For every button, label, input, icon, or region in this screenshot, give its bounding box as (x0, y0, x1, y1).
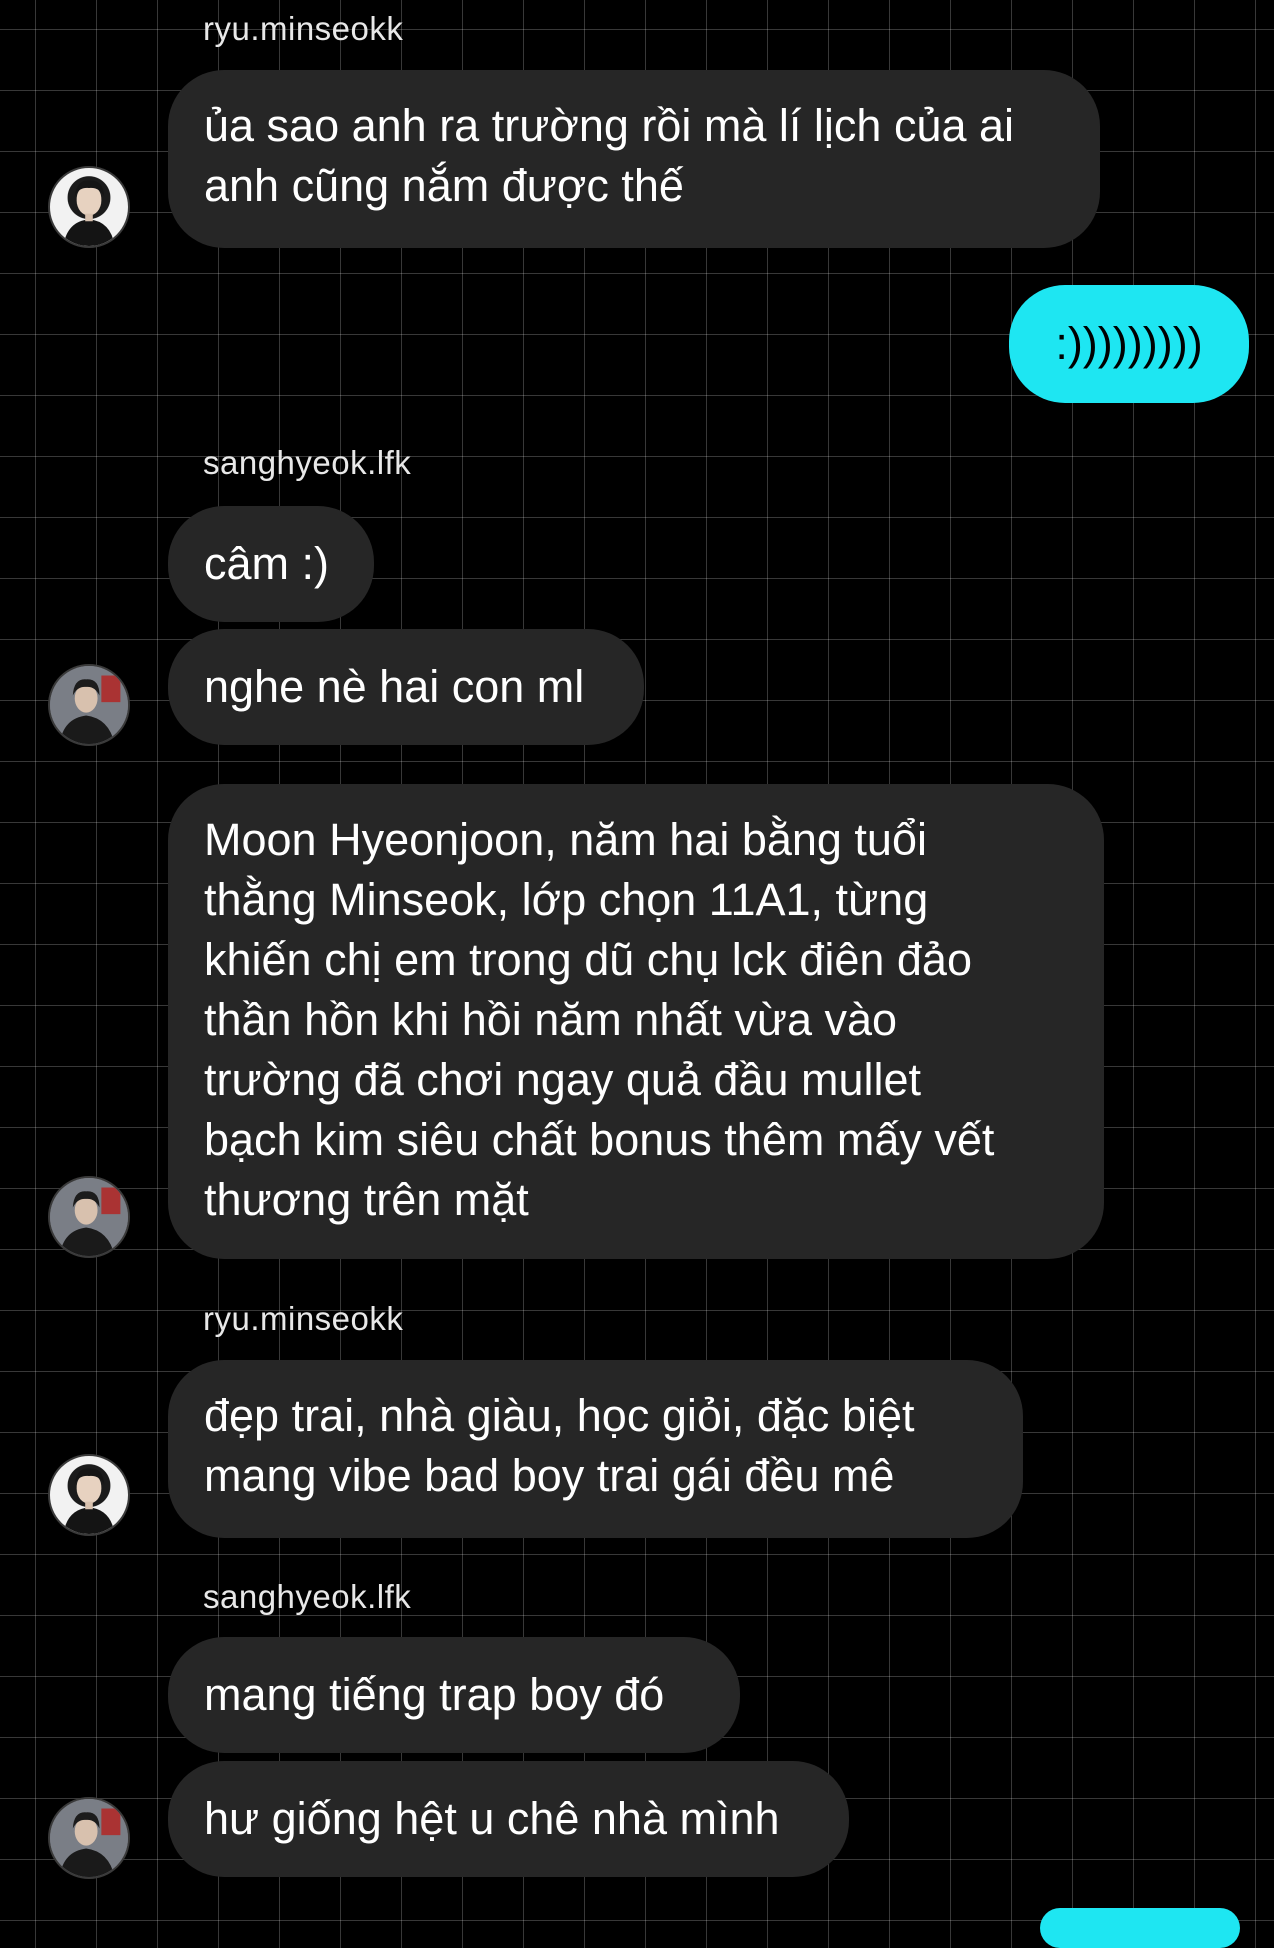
profile-photo-icon (63, 180, 115, 246)
avatar-ryu-minseokk[interactable] (48, 1454, 130, 1536)
avatar-sanghyeok-lfk[interactable] (48, 1797, 130, 1879)
sender-name: sanghyeok.lfk (203, 444, 412, 481)
message-bubble[interactable]: ủa sao anh ra trường rồi mà lí lịch của … (168, 70, 1100, 248)
message-text: hư giống hệt u chê nhà mình (204, 1793, 780, 1844)
message-bubble[interactable]: câm :) (168, 506, 374, 622)
avatar-sanghyeok-lfk[interactable] (48, 1176, 130, 1258)
message-bubble[interactable]: hư giống hệt u chê nhà mình (168, 1761, 849, 1877)
message-bubble[interactable]: nghe nè hai con ml (168, 629, 644, 745)
message-text: :))))))))) (1055, 318, 1203, 369)
message-bubble[interactable]: Moon Hyeonjoon, năm hai bằng tuổi thằng … (168, 784, 1104, 1259)
message-text: câm :) (204, 538, 330, 589)
message-text: mang tiếng trap boy đó (204, 1669, 665, 1720)
profile-photo-icon (50, 1178, 128, 1256)
profile-photo-icon (50, 666, 128, 744)
message-bubble[interactable]: đẹp trai, nhà giàu, học giỏi, đặc biệt m… (168, 1360, 1023, 1538)
profile-photo-icon (63, 1468, 115, 1534)
message-bubble[interactable]: mang tiếng trap boy đó (168, 1637, 740, 1753)
message-text: đẹp trai, nhà giàu, học giỏi, đặc biệt m… (204, 1390, 915, 1501)
outgoing-message-bubble[interactable]: :))))))))) (1009, 285, 1249, 403)
outgoing-message-bubble-partial[interactable] (1040, 1908, 1240, 1948)
sender-name: sanghyeok.lfk (203, 1578, 412, 1615)
avatar-sanghyeok-lfk[interactable] (48, 664, 130, 746)
chat-thread[interactable]: ryu.minseokk ủa sao anh ra trường rồi mà… (0, 0, 1274, 1948)
avatar-ryu-minseokk[interactable] (48, 166, 130, 248)
message-text: ủa sao anh ra trường rồi mà lí lịch của … (204, 100, 1015, 211)
message-text: Moon Hyeonjoon, năm hai bằng tuổi thằng … (204, 814, 995, 1225)
profile-photo-icon (50, 1799, 128, 1877)
message-text: nghe nè hai con ml (204, 661, 585, 712)
sender-name: ryu.minseokk (203, 1300, 404, 1337)
sender-name: ryu.minseokk (203, 10, 404, 47)
